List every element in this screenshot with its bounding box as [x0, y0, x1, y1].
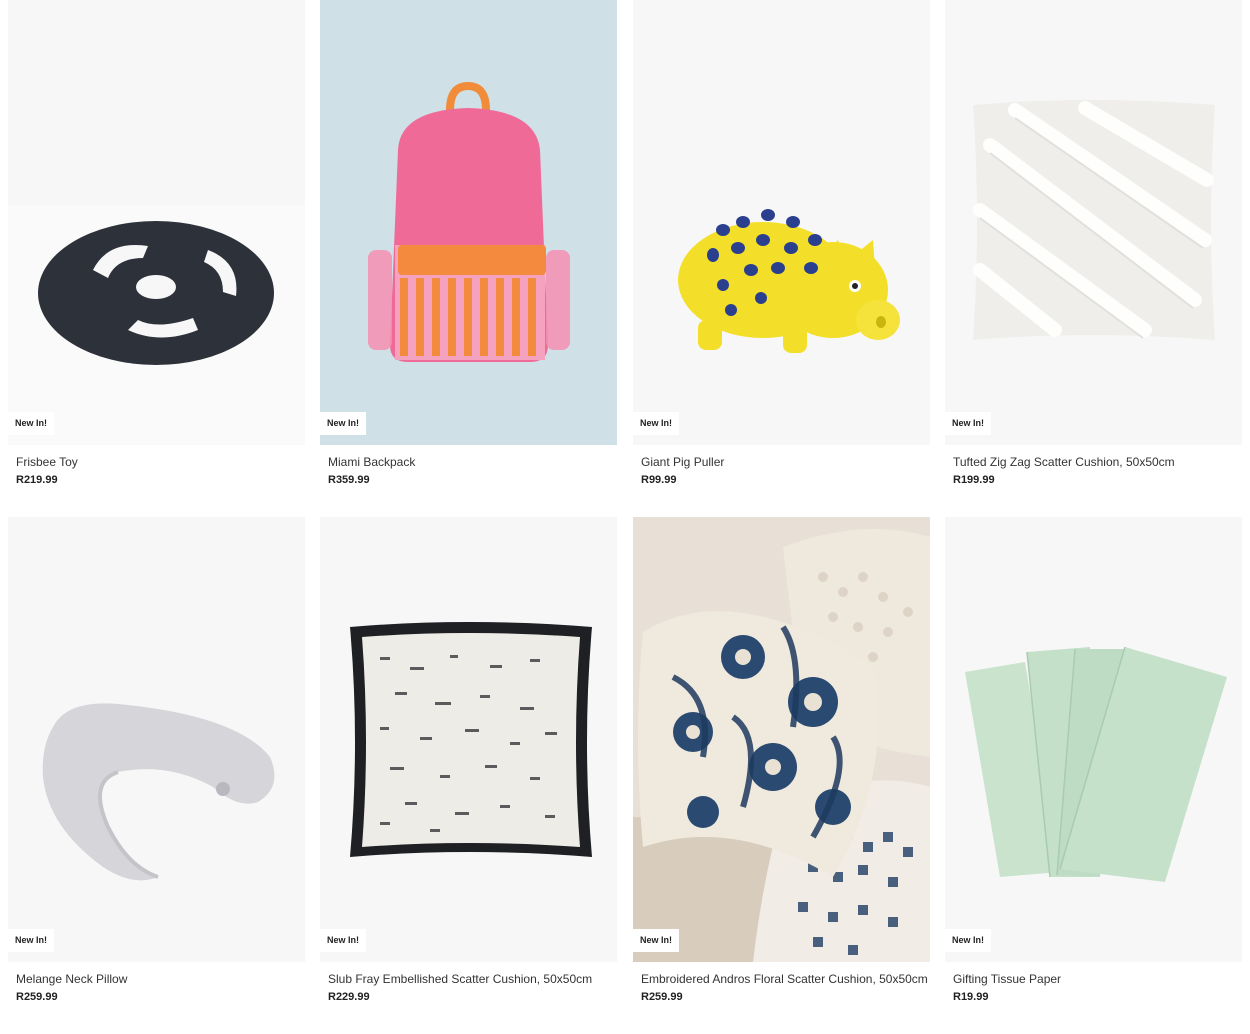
- product-card[interactable]: New In! Melange Neck Pillow R259.99: [8, 517, 305, 1003]
- new-in-badge: New In!: [633, 412, 680, 435]
- product-name[interactable]: Gifting Tissue Paper: [953, 972, 1061, 986]
- new-in-badge: New In!: [320, 929, 367, 952]
- product-price: R259.99: [641, 991, 683, 1003]
- product-name[interactable]: Giant Pig Puller: [641, 455, 724, 469]
- new-in-badge: New In!: [8, 929, 55, 952]
- floral-cushion-image[interactable]: New In!: [633, 517, 930, 962]
- product-card[interactable]: New In! Giant Pig Puller R99.99: [633, 0, 930, 486]
- product-name[interactable]: Frisbee Toy: [16, 455, 78, 469]
- product-name[interactable]: Melange Neck Pillow: [16, 972, 127, 986]
- new-in-badge: New In!: [8, 412, 55, 435]
- product-name[interactable]: Miami Backpack: [328, 455, 415, 469]
- product-price: R229.99: [328, 991, 370, 1003]
- new-in-badge: New In!: [945, 412, 992, 435]
- product-price: R259.99: [16, 991, 58, 1003]
- product-price: R199.99: [953, 474, 995, 486]
- tissue-paper-image[interactable]: New In!: [945, 517, 1242, 962]
- neck-pillow-image[interactable]: New In!: [8, 517, 305, 962]
- product-name[interactable]: Tufted Zig Zag Scatter Cushion, 50x50cm: [953, 455, 1175, 469]
- new-in-badge: New In!: [633, 929, 680, 952]
- product-price: R359.99: [328, 474, 370, 486]
- product-name[interactable]: Slub Fray Embellished Scatter Cushion, 5…: [328, 972, 592, 986]
- product-card[interactable]: New In! Frisbee Toy R219.99: [8, 0, 305, 486]
- backpack-image[interactable]: New In!: [320, 0, 617, 445]
- product-card[interactable]: New In! Miami Backpack R359.99: [320, 0, 617, 486]
- product-card[interactable]: New In! Tufted Zig Zag Scatter Cushion, …: [945, 0, 1242, 486]
- product-card[interactable]: New In! Slub Fray Embellished Scatter Cu…: [320, 517, 617, 1003]
- product-price: R99.99: [641, 474, 677, 486]
- pig-toy-image[interactable]: New In!: [633, 0, 930, 445]
- product-name[interactable]: Embroidered Andros Floral Scatter Cushio…: [641, 972, 928, 986]
- product-card[interactable]: New In! Gifting Tissue Paper R19.99: [945, 517, 1242, 1003]
- tufted-cushion-image[interactable]: New In!: [945, 0, 1242, 445]
- product-card[interactable]: New In! Embroidered Andros Floral Scatte…: [633, 517, 930, 1003]
- product-price: R219.99: [16, 474, 58, 486]
- new-in-badge: New In!: [320, 412, 367, 435]
- frisbee-toy-image[interactable]: New In!: [8, 0, 305, 445]
- product-price: R19.99: [953, 991, 989, 1003]
- new-in-badge: New In!: [945, 929, 992, 952]
- fray-cushion-image[interactable]: New In!: [320, 517, 617, 962]
